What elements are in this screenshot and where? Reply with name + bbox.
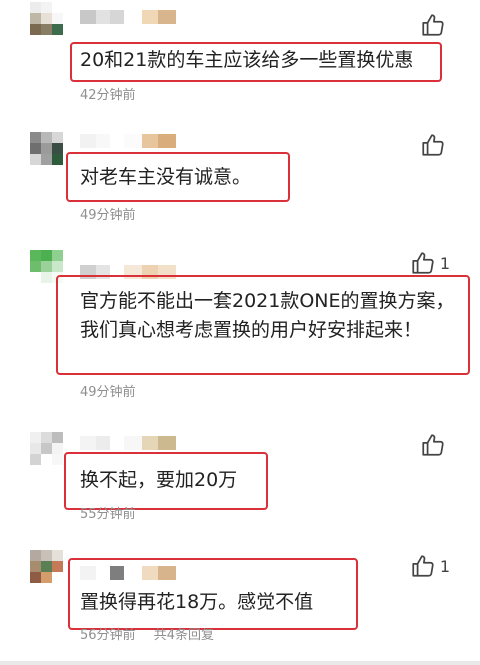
avatar-pixel — [52, 561, 63, 572]
nickname-pixel — [80, 10, 96, 24]
avatar-pixel — [30, 454, 41, 465]
nickname-pixel — [96, 134, 110, 148]
like-button[interactable] — [420, 12, 450, 38]
nickname-pixel — [142, 436, 158, 450]
like-count: 1 — [439, 253, 450, 273]
comment-text: 对老车主没有诚意。 — [80, 166, 252, 188]
avatar-pixel — [52, 250, 63, 261]
avatar[interactable] — [30, 2, 63, 35]
like-button[interactable]: 1 — [410, 553, 450, 579]
bottom-divider — [0, 661, 480, 665]
avatar[interactable] — [30, 550, 63, 583]
nickname-pixel — [96, 436, 110, 450]
nickname-pixel — [124, 10, 142, 24]
avatar-pixel — [41, 154, 52, 165]
nickname-pixel — [142, 134, 158, 148]
avatar-pixel — [41, 572, 52, 583]
avatar[interactable] — [30, 432, 63, 465]
avatar-pixel — [52, 132, 63, 143]
thumbs-up-icon — [422, 434, 444, 456]
reply-count-link[interactable]: 共4条回复 — [154, 628, 214, 643]
nickname-pixel — [158, 134, 176, 148]
nickname-blurred[interactable] — [80, 436, 176, 450]
nickname-pixel — [110, 436, 124, 450]
avatar-pixel — [30, 561, 41, 572]
nickname-pixel — [158, 436, 176, 450]
avatar-pixel — [41, 432, 52, 443]
avatar[interactable] — [30, 132, 63, 165]
avatar-pixel — [41, 561, 52, 572]
avatar-pixel — [30, 261, 41, 272]
avatar-pixel — [30, 250, 41, 261]
nickname-blurred[interactable] — [80, 134, 176, 148]
nickname-pixel — [80, 436, 96, 450]
thumbs-up-icon — [422, 14, 444, 36]
thumbs-up-icon — [422, 134, 444, 156]
avatar-pixel — [52, 261, 63, 272]
avatar-pixel — [30, 550, 41, 561]
comment-meta: 56分钟前 共4条回复 — [80, 624, 228, 643]
avatar-pixel — [30, 272, 41, 283]
comment-time: 49分钟前 — [80, 208, 136, 223]
avatar-pixel — [30, 154, 41, 165]
like-button[interactable] — [420, 132, 450, 158]
avatar-pixel — [52, 550, 63, 561]
comment-meta: 55分钟前 — [80, 503, 150, 522]
nickname-pixel — [142, 10, 158, 24]
nickname-pixel — [124, 436, 142, 450]
avatar-pixel — [52, 432, 63, 443]
comment-text: 换不起，要加20万 — [80, 469, 238, 491]
comment-meta: 49分钟前 — [80, 381, 150, 400]
comment-time: 49分钟前 — [80, 385, 136, 400]
avatar-pixel — [41, 550, 52, 561]
avatar-pixel — [41, 261, 52, 272]
comment-time: 42分钟前 — [80, 88, 136, 103]
thumbs-up-icon — [412, 252, 434, 274]
avatar-pixel — [41, 132, 52, 143]
like-count: 1 — [439, 556, 450, 576]
avatar-pixel — [41, 13, 52, 24]
avatar-pixel — [41, 272, 52, 283]
comment-text: 20和21款的车主应该给多一些置换优惠 — [80, 49, 414, 71]
comment-text: 官方能不能出一套2021款ONE的置换方案，我们真心想考虑置换的用户好安排起来！ — [80, 290, 455, 341]
avatar-pixel — [41, 24, 52, 35]
avatar-pixel — [52, 154, 63, 165]
nickname-pixel — [158, 10, 176, 24]
avatar-pixel — [30, 13, 41, 24]
nickname-blurred[interactable] — [80, 10, 176, 24]
avatar-pixel — [52, 24, 63, 35]
avatar-pixel — [30, 24, 41, 35]
avatar-pixel — [41, 2, 52, 13]
avatar-pixel — [30, 443, 41, 454]
avatar-pixel — [52, 2, 63, 13]
avatar-pixel — [30, 132, 41, 143]
avatar-pixel — [52, 13, 63, 24]
avatar-pixel — [52, 143, 63, 154]
avatar-pixel — [30, 143, 41, 154]
avatar-pixel — [41, 454, 52, 465]
nickname-pixel — [96, 10, 110, 24]
avatar-pixel — [52, 454, 63, 465]
nickname-pixel — [110, 10, 124, 24]
avatar-pixel — [52, 572, 63, 583]
avatar-pixel — [52, 443, 63, 454]
avatar-pixel — [41, 143, 52, 154]
comment-time: 55分钟前 — [80, 507, 136, 522]
like-button[interactable] — [420, 432, 450, 458]
avatar-pixel — [30, 572, 41, 583]
nickname-pixel — [124, 134, 142, 148]
comment-meta: 42分钟前 — [80, 84, 150, 103]
avatar-pixel — [30, 2, 41, 13]
avatar-pixel — [41, 250, 52, 261]
thumbs-up-icon — [412, 555, 434, 577]
comment-meta: 49分钟前 — [80, 204, 150, 223]
comment-time: 56分钟前 — [80, 628, 136, 643]
nickname-pixel — [80, 134, 96, 148]
nickname-pixel — [110, 134, 124, 148]
like-button[interactable]: 1 — [410, 250, 450, 276]
comment-text: 置换得再花18万。感觉不值 — [80, 591, 314, 613]
avatar-pixel — [41, 443, 52, 454]
avatar-pixel — [30, 432, 41, 443]
